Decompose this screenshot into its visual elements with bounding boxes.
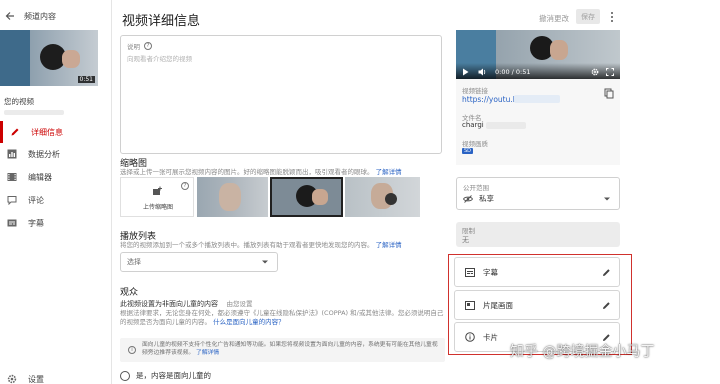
sidebar-item-label: 数据分析 [28,149,60,159]
info-icon [465,332,475,342]
video-quality-label: 视频画质 [462,140,488,148]
player-controls: 0:00 / 0:51 [462,67,614,76]
sidebar-item-details[interactable]: 详细信息 [0,121,111,143]
undo-changes-button[interactable]: 撤消更改 [539,13,569,24]
sidebar-item-settings[interactable]: 设置 [0,372,111,384]
help-icon[interactable]: ? [144,42,152,50]
made-for-kids-yes-label: 是，内容是面向儿童的 [136,371,211,380]
pencil-icon[interactable] [601,300,611,310]
thumbnail-option[interactable] [345,177,420,217]
playlist-learn-more-link[interactable]: 了解详情 [376,241,402,249]
sidebar: 频道内容 0:51 您的视频 详细信息 数据分析 编辑器 评论 字幕 设置 [0,0,112,384]
your-video-label: 您的视频 [4,97,34,106]
audience-status: 此视频设置为非面向儿童的内容 由您设置 [120,298,253,309]
back-button[interactable]: 频道内容 [4,8,108,24]
sidebar-item-subtitles[interactable]: 字幕 [0,212,111,234]
watermark: 知乎 @跨境掘金小马丁 [510,344,655,360]
audience-notice-link[interactable]: 了解详情 [196,350,219,356]
link-redacted [514,95,560,103]
thumbnail-help-icon[interactable]: ? [181,182,189,190]
page-title: 视频详细信息 [122,14,201,29]
description-placeholder: 向观看者介绍您的视频 [127,55,192,63]
save-button[interactable]: 保存 [576,9,600,24]
end-screen-icon [465,300,475,310]
thumbnail-help: 选择或上传一张可展示您视频内容的图片。好的缩略图能脱颖而出，吸引观看者的眼球。 … [120,168,402,176]
subtitles-icon [6,217,18,229]
video-title-placeholder [4,110,64,115]
audience-help-link[interactable]: 什么是面向儿童的内容？ [213,318,285,326]
audience-help: 根据法律要求，无论您身在何处，都必须遵守《儿童在线隐私保护法》(COPPA) 和… [120,309,444,326]
play-icon[interactable] [462,68,469,76]
playlist-help: 将您的视频添加到一个或多个播放列表中。播放列表有助于观看者更快地发现您的内容。 … [120,241,402,249]
fullscreen-icon[interactable] [606,67,614,76]
subtitles-card[interactable]: 字幕 [454,257,620,287]
file-name-redacted [486,122,526,129]
upload-thumbnail-button[interactable]: 上传缩略图 ? [120,177,194,217]
restrictions-field: 限制 无 [456,222,620,247]
video-preview[interactable]: 0:00 / 0:51 [456,30,620,79]
sidebar-item-label: 详细信息 [31,127,63,137]
sidebar-item-label: 编辑器 [28,172,52,182]
pencil-icon[interactable] [601,267,611,277]
subtitles-card-label: 字幕 [483,267,498,277]
sidebar-item-comments[interactable]: 评论 [0,189,111,211]
restrictions-value: 无 [462,236,469,244]
more-options-icon[interactable] [608,11,616,23]
restrictions-label: 限制 [462,227,475,235]
film-icon [6,171,18,183]
arrow-back-icon [5,12,14,20]
sidebar-item-analytics[interactable]: 数据分析 [0,143,111,165]
eye-off-icon [463,194,473,203]
comment-icon [6,194,18,206]
visibility-label: 公开范围 [463,184,489,192]
radio-button[interactable] [120,370,130,381]
thumbnail-option[interactable] [197,177,268,217]
visibility-value: 私享 [479,194,494,203]
video-link-label: 视频链接 [462,87,488,95]
audience-notice-text: 面向儿童的视频不支持个性化广告和通知等功能。如果您将视频设置为面向儿童的内容，系… [142,342,438,356]
volume-icon[interactable] [478,68,487,76]
gear-icon[interactable] [591,68,599,76]
video-duration: 0:51 [77,76,95,83]
visibility-select[interactable]: 公开范围 私享 [456,177,620,210]
subtitles-icon [465,267,475,277]
player-time: 0:00 / 0:51 [495,67,531,76]
thumbnail-learn-more-link[interactable]: 了解详情 [376,168,402,176]
save-button-label: 保存 [581,12,595,21]
analytics-icon [6,148,18,160]
gear-icon [6,373,18,384]
add-photo-icon [153,186,162,195]
made-for-kids-yes-option[interactable]: 是，内容是面向儿童的 [120,370,211,381]
copy-icon[interactable] [604,88,614,99]
sidebar-item-editor[interactable]: 编辑器 [0,166,111,188]
audience-title: 观众 [120,288,139,298]
description-label: 说明 [127,43,140,51]
audience-set-by: 由您设置 [226,300,253,308]
description-field[interactable]: 说明 ? 向观看者介绍您的视频 [120,35,442,154]
file-name: chargi [462,121,484,129]
info-icon: i [128,346,136,354]
pencil-icon [9,126,21,138]
quality-badge: SD [462,148,474,154]
end-screen-card[interactable]: 片尾画面 [454,290,620,320]
sidebar-item-label: 设置 [28,374,44,384]
thumbnail-option-selected[interactable] [270,177,343,217]
sidebar-video-thumbnail[interactable]: 0:51 [0,30,98,86]
dropdown-arrow-icon [262,260,268,264]
dropdown-arrow-icon [604,197,610,201]
audience-notice: i 面向儿童的视频不支持个性化广告和通知等功能。如果您将视频设置为面向儿童的内容… [120,338,445,362]
upload-thumbnail-label: 上传缩略图 [143,204,174,211]
back-title: 频道内容 [24,11,56,21]
playlist-select[interactable]: 选择 [120,252,278,272]
end-screen-card-label: 片尾画面 [483,300,513,310]
playlist-select-value: 选择 [127,258,141,266]
sidebar-item-label: 字幕 [28,218,44,228]
sidebar-item-label: 评论 [28,195,44,205]
audience-subtitle: 此视频设置为非面向儿童的内容 [120,300,218,308]
